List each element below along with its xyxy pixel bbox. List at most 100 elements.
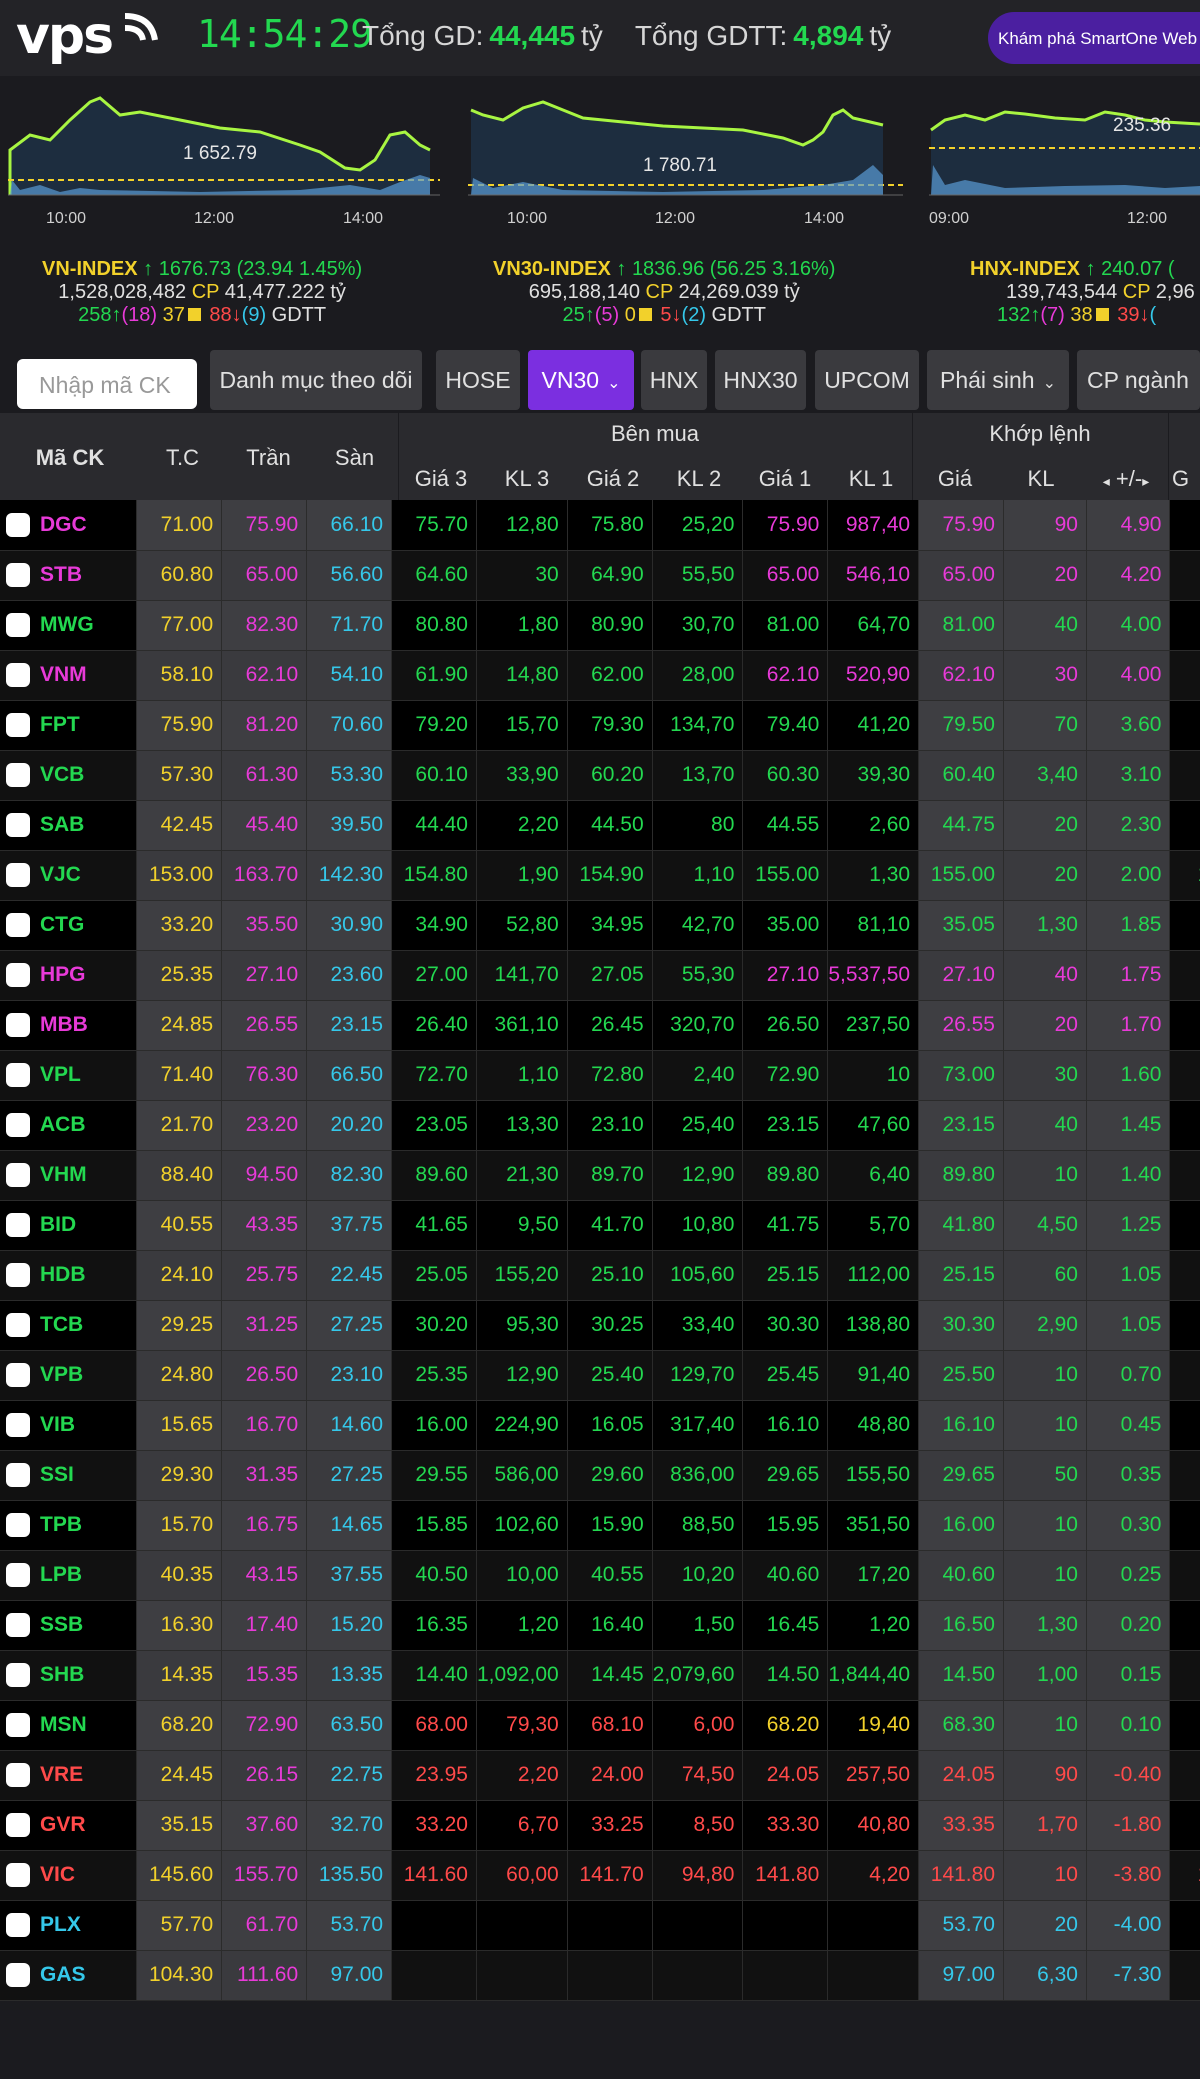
row-checkbox[interactable] — [6, 1263, 30, 1288]
row-checkbox[interactable] — [6, 1163, 30, 1188]
symbol-cell[interactable]: SAB — [0, 800, 138, 851]
row-checkbox[interactable] — [6, 963, 30, 988]
row-checkbox[interactable] — [6, 1013, 30, 1038]
col-symbol[interactable]: Mã CK — [0, 445, 140, 471]
table-row[interactable]: BID 40.55 43.35 37.75 41.65 9,50 41.70 10,80 41.… — [0, 1200, 1200, 1251]
explore-smartone-button[interactable]: Khám phá SmartOne Web — [988, 12, 1200, 64]
row-checkbox[interactable] — [6, 1963, 30, 1988]
symbol-cell[interactable]: SHB — [0, 1650, 138, 1701]
symbol-cell[interactable]: TCB — [0, 1300, 138, 1351]
table-row[interactable]: GAS104.30111.6097.0097.006,30-7.309 — [0, 1950, 1200, 2001]
symbol-cell[interactable]: TPB — [0, 1500, 138, 1551]
symbol-cell[interactable]: LPB — [0, 1550, 138, 1601]
tab-upcom[interactable]: UPCOM — [815, 350, 919, 410]
table-row[interactable]: VRE 24.45 26.15 22.75 23.95 2,20 24.00 74,50 24.… — [0, 1750, 1200, 1801]
symbol-cell[interactable]: SSB — [0, 1600, 138, 1651]
symbol-cell[interactable]: VIC — [0, 1850, 138, 1901]
row-checkbox[interactable] — [6, 1413, 30, 1438]
table-row[interactable]: HPG 25.35 27.10 23.60 27.00 141,70 27.05 55,30 2… — [0, 950, 1200, 1001]
col-floor[interactable]: Sàn — [312, 445, 397, 471]
col-match-vol[interactable]: KL — [998, 466, 1084, 492]
row-checkbox[interactable] — [6, 713, 30, 738]
row-checkbox[interactable] — [6, 512, 30, 537]
row-checkbox[interactable] — [6, 1763, 30, 1788]
symbol-cell[interactable]: FPT — [0, 700, 138, 751]
col-bid-vol3[interactable]: KL 3 — [484, 466, 570, 492]
symbol-cell[interactable]: VCB — [0, 750, 138, 801]
table-row[interactable]: SHB 14.35 15.35 13.35 14.40 1,092,00 14.45 2,07… — [0, 1650, 1200, 1701]
vn30-chart[interactable]: 1 780.71 10:00 12:00 14:00 — [463, 90, 908, 240]
table-row[interactable]: TCB 29.25 31.25 27.25 30.20 95,30 30.25 33,40 30… — [0, 1300, 1200, 1351]
symbol-cell[interactable]: GAS — [0, 1950, 138, 2001]
table-row[interactable]: MWG 77.00 82.30 71.70 80.80 1,80 80.90 30,70 81.… — [0, 600, 1200, 651]
row-checkbox[interactable] — [6, 1513, 30, 1538]
row-checkbox[interactable] — [6, 763, 30, 788]
table-row[interactable]: VIB 15.65 16.70 14.60 16.00 224,90 16.05 317,40… — [0, 1400, 1200, 1451]
tab-vn30[interactable]: VN30 ⌄ — [528, 350, 634, 410]
symbol-cell[interactable]: CTG — [0, 900, 138, 951]
table-row[interactable]: GVR 35.15 37.60 32.70 33.20 6,70 33.25 8,50 33.3… — [0, 1800, 1200, 1851]
col-ceiling[interactable]: Trần — [226, 445, 311, 471]
symbol-cell[interactable]: VPL — [0, 1050, 138, 1101]
row-checkbox[interactable] — [6, 1613, 30, 1638]
hnx-summary[interactable]: HNX-INDEX ↑ 240.07 ( 139,743,544 CP 2,96… — [970, 258, 1195, 327]
table-row[interactable]: VCB 57.30 61.30 53.30 60.10 33,90 60.20 13,70 60… — [0, 750, 1200, 801]
col-bid-vol2[interactable]: KL 2 — [656, 466, 742, 492]
table-row[interactable]: SSI 29.30 31.35 27.25 29.55 586,00 29.60 836,00… — [0, 1450, 1200, 1501]
table-row[interactable]: VPL 71.40 76.30 66.50 72.70 1,10 72.80 2,40 72.9… — [0, 1050, 1200, 1101]
table-row[interactable]: VJC 153.00 163.70 142.30 154.80 1,90 154.90 1,1… — [0, 850, 1200, 901]
scroll-right-icon[interactable]: ▸ — [1142, 473, 1149, 489]
symbol-cell[interactable]: VPB — [0, 1350, 138, 1401]
row-checkbox[interactable] — [6, 913, 30, 938]
row-checkbox[interactable] — [6, 1563, 30, 1588]
row-checkbox[interactable] — [6, 663, 30, 688]
vnindex-chart[interactable]: 1 652.79 10:00 12:00 14:00 — [0, 90, 445, 240]
row-checkbox[interactable] — [6, 1663, 30, 1688]
tab-watchlist[interactable]: Danh mục theo dõi — [210, 350, 422, 410]
symbol-cell[interactable]: VIB — [0, 1400, 138, 1451]
vnindex-summary[interactable]: VN-INDEX ↑ 1676.73 (23.94 1.45%) 1,528,0… — [42, 258, 362, 327]
col-bid-vol1[interactable]: KL 1 — [828, 466, 914, 492]
symbol-cell[interactable]: SSI — [0, 1450, 138, 1501]
symbol-search-input[interactable]: Nhập mã CK — [17, 359, 197, 409]
symbol-cell[interactable]: PLX — [0, 1900, 138, 1951]
table-row[interactable]: FPT 75.90 81.20 70.60 79.20 15,70 79.30 134,70 7… — [0, 700, 1200, 751]
row-checkbox[interactable] — [6, 813, 30, 838]
table-row[interactable]: VIC 145.60 155.70 135.50 141.60 60,00 141.70 94… — [0, 1850, 1200, 1901]
symbol-cell[interactable]: GVR — [0, 1800, 138, 1851]
table-row[interactable]: CTG 33.20 35.50 30.90 34.90 52,80 34.95 42,70 35… — [0, 900, 1200, 951]
symbol-cell[interactable]: VJC — [0, 850, 138, 901]
scroll-left-icon[interactable]: ◂ — [1103, 473, 1110, 489]
table-row[interactable]: HDB 24.10 25.75 22.45 25.05 155,20 25.10 105,60… — [0, 1250, 1200, 1301]
table-row[interactable]: PLX57.7061.7053.7053.7020-4.005 — [0, 1900, 1200, 1951]
col-bid3[interactable]: Giá 3 — [398, 466, 484, 492]
symbol-cell[interactable]: MSN — [0, 1700, 138, 1751]
row-checkbox[interactable] — [6, 1063, 30, 1088]
row-checkbox[interactable] — [6, 1113, 30, 1138]
row-checkbox[interactable] — [6, 1313, 30, 1338]
table-row[interactable]: LPB 40.35 43.15 37.55 40.50 10,00 40.55 10,20 40… — [0, 1550, 1200, 1601]
symbol-cell[interactable]: VHM — [0, 1150, 138, 1201]
symbol-cell[interactable]: HPG — [0, 950, 138, 1001]
col-next[interactable]: G — [1172, 466, 1200, 492]
table-row[interactable]: SAB 42.45 45.40 39.50 44.40 2,20 44.50 80 44.55 2… — [0, 800, 1200, 851]
symbol-cell[interactable]: DGC — [0, 500, 138, 551]
table-row[interactable]: MSN 68.20 72.90 63.50 68.00 79,30 68.10 6,00 68.… — [0, 1700, 1200, 1751]
col-ref[interactable]: T.C — [140, 445, 225, 471]
row-checkbox[interactable] — [6, 1863, 30, 1888]
row-checkbox[interactable] — [6, 1213, 30, 1238]
row-checkbox[interactable] — [6, 1813, 30, 1838]
col-match-price[interactable]: Giá — [912, 466, 998, 492]
symbol-cell[interactable]: VNM — [0, 650, 138, 701]
table-row[interactable]: VPB 24.80 26.50 23.10 25.35 12,90 25.40 129,70 2… — [0, 1350, 1200, 1401]
table-row[interactable]: MBB 24.85 26.55 23.15 26.40 361,10 26.45 320,70… — [0, 1000, 1200, 1051]
col-bid2[interactable]: Giá 2 — [570, 466, 656, 492]
table-row[interactable]: DGC 71.00 75.90 66.10 75.70 12,80 75.80 25,20 75… — [0, 500, 1200, 551]
row-checkbox[interactable] — [6, 563, 30, 588]
vn30-summary[interactable]: VN30-INDEX ↑ 1836.96 (56.25 3.16%) 695,1… — [493, 258, 835, 327]
tab-hnx[interactable]: HNX — [641, 350, 707, 410]
table-row[interactable]: ACB 21.70 23.20 20.20 23.05 13,30 23.10 25,40 23… — [0, 1100, 1200, 1151]
tab-hnx30[interactable]: HNX30 — [715, 350, 806, 410]
table-row[interactable]: VHM 88.40 94.50 82.30 89.60 21,30 89.70 12,90 89… — [0, 1150, 1200, 1201]
symbol-cell[interactable]: VRE — [0, 1750, 138, 1801]
